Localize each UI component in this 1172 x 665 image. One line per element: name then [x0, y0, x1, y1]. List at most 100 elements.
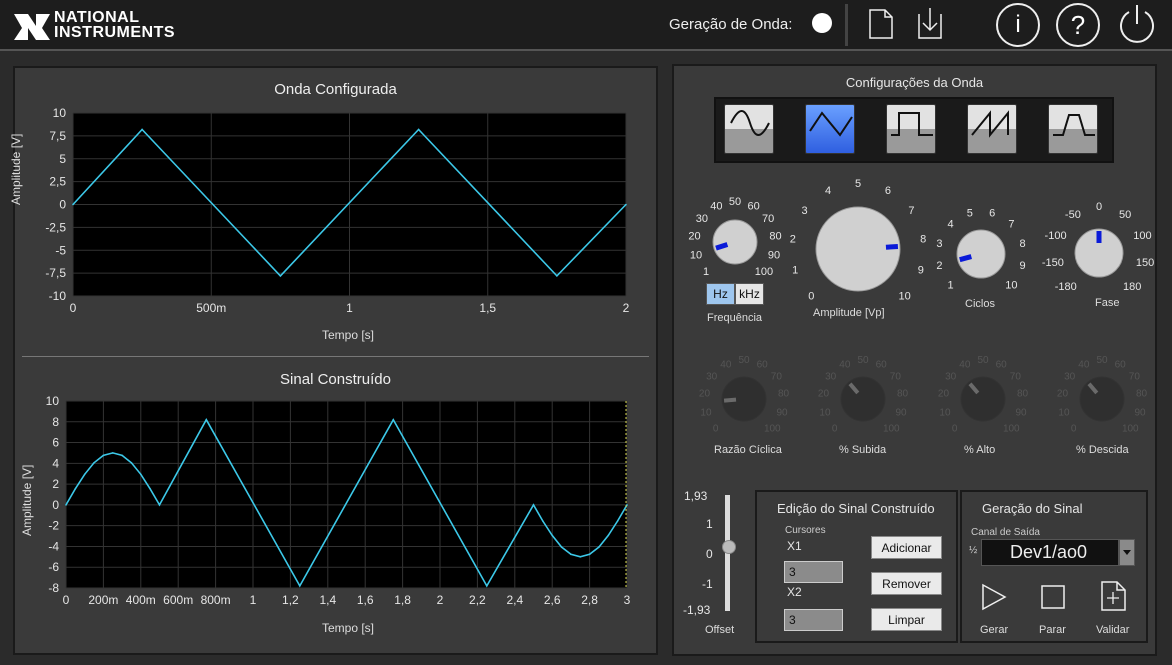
sine-wave-icon — [730, 110, 770, 136]
data-point — [570, 553, 572, 556]
phase-label: Fase — [1095, 297, 1120, 309]
offset-thumb[interactable] — [722, 540, 736, 554]
amp-knob-tick: 7 — [908, 205, 914, 217]
y-tick-label: -6 — [48, 560, 59, 574]
cycles-knob-indicator[interactable] — [959, 254, 972, 263]
fall-knob-tick: 30 — [1064, 371, 1076, 382]
duty-knob-indicator[interactable] — [723, 397, 737, 403]
add-button[interactable]: Adicionar — [871, 536, 942, 559]
channel-io-icon: ½ — [969, 545, 978, 556]
freq-knob-tick: 90 — [768, 250, 780, 262]
rise-knob-tick: 90 — [895, 407, 907, 418]
freq-knob-indicator[interactable] — [715, 242, 729, 251]
freq-knob-tick: 40 — [710, 200, 722, 212]
chart2-plot[interactable]: 0 200m 400m 600m 800m 1 1,2 1,4 1,6 1,8 2 2,2 2,4 2,6… — [0, 390, 660, 620]
phase-knob-tick: 0 — [1096, 201, 1102, 213]
data-point — [205, 418, 208, 421]
play-icon[interactable] — [980, 583, 1008, 611]
high-knob-tick: 70 — [1010, 371, 1022, 382]
high-knob-tick: 90 — [1015, 407, 1027, 418]
chart1-plot[interactable]: 0 500m 1 1,5 2 10 7,5 5 2,5 0 -2,5 -5 -7,5 -10 — [0, 100, 660, 330]
freq-knob-dial[interactable] — [712, 219, 758, 265]
validate-file-icon[interactable] — [1100, 580, 1128, 612]
amp-knob-tick: 8 — [920, 234, 926, 246]
x-tick-label: 500m — [196, 301, 226, 315]
x-tick-label: 600m — [163, 593, 193, 607]
trapezoid-wave-button[interactable] — [1048, 104, 1098, 154]
y-tick-label: 4 — [52, 456, 59, 470]
data-point — [65, 504, 67, 506]
fall-knob-tick: 50 — [1096, 355, 1108, 366]
power-icon[interactable] — [1115, 2, 1159, 46]
duty-knob-tick: 80 — [778, 389, 790, 400]
hz-button[interactable]: Hz — [706, 283, 735, 305]
x2-input[interactable]: 3 — [784, 609, 843, 631]
sawtooth-wave-button[interactable] — [967, 104, 1017, 154]
cycles-knob-tick: 3 — [936, 238, 942, 250]
high-knob-tick: 0 — [952, 423, 958, 434]
x1-input[interactable]: 3 — [784, 561, 843, 583]
freq-knob-tick: 1 — [703, 266, 709, 278]
offset-label: Offset — [705, 624, 735, 636]
data-point — [556, 275, 558, 277]
cycles-knob-tick: 8 — [1019, 238, 1025, 250]
freq-unit-toggle[interactable]: Hz kHz — [706, 283, 764, 305]
duty-knob-tick: 50 — [738, 355, 750, 366]
rise-knob-dial[interactable] — [840, 376, 886, 422]
download-icon[interactable] — [916, 6, 944, 40]
rise-label: % Subida — [839, 444, 887, 456]
remove-button[interactable]: Remover — [871, 572, 942, 595]
y-tick-label: 6 — [52, 436, 59, 450]
square-wave-button[interactable] — [886, 104, 936, 154]
rise-knob-tick: 10 — [819, 407, 831, 418]
amp-knob-tick: 9 — [918, 264, 924, 276]
high-knob-tick: 60 — [996, 359, 1008, 370]
divider — [845, 4, 848, 46]
cycles-knob-dial[interactable] — [956, 229, 1006, 279]
config-title: Configurações da Onda — [845, 75, 984, 90]
cycles-knob-tick: 1 — [948, 279, 954, 291]
sine-wave-button[interactable] — [724, 104, 774, 154]
x-tick-label: 3 — [624, 593, 631, 607]
triangle-wave-button[interactable] — [805, 104, 855, 154]
x-tick-label: 400m — [126, 593, 156, 607]
freq-knob-tick: 10 — [690, 250, 702, 262]
amp-knob-indicator[interactable] — [885, 243, 899, 250]
data-point — [392, 418, 395, 421]
chart1-xlabel: Tempo [s] — [322, 328, 375, 342]
info-icon[interactable]: i — [996, 3, 1040, 47]
cycles-knob-tick: 5 — [967, 207, 973, 219]
x-tick-label: 1,6 — [357, 593, 374, 607]
khz-button[interactable]: kHz — [735, 283, 764, 305]
rise-knob-tick: 50 — [857, 355, 869, 366]
duty-label: Razão Cíclica — [714, 444, 782, 456]
data-point — [625, 203, 627, 206]
amp-knob-tick: 2 — [790, 234, 796, 246]
channel-dropdown-button[interactable] — [1119, 539, 1135, 566]
y-tick-label: 2 — [52, 477, 59, 491]
clear-button[interactable]: Limpar — [871, 608, 942, 631]
chart2-title: Sinal Construído — [280, 371, 391, 388]
x-tick-label: 0 — [63, 593, 70, 607]
data-point — [598, 546, 600, 548]
x-tick-label: 1 — [250, 593, 257, 607]
brand-line2: INSTRUMENTS — [54, 24, 176, 41]
data-point — [579, 556, 582, 558]
phase-knob-tick: -100 — [1045, 230, 1067, 242]
stop-icon[interactable] — [1040, 584, 1066, 610]
help-icon[interactable]: ? — [1056, 3, 1100, 47]
data-point — [616, 520, 619, 522]
generation-led[interactable] — [812, 13, 832, 33]
x-tick-label: 2 — [437, 593, 444, 607]
validate-label: Validar — [1096, 624, 1130, 636]
chart1-title: Onda Configurada — [274, 81, 397, 98]
high-knob-dial[interactable] — [960, 376, 1006, 422]
x-tick-label: 2,4 — [506, 593, 523, 607]
x-tick-label: 1,2 — [282, 593, 299, 607]
channel-select[interactable]: Dev1/ao0 — [981, 539, 1119, 566]
new-file-icon[interactable] — [868, 8, 894, 40]
offset-slider[interactable]: 1,93 1 0 -1 -1,93 — [683, 489, 744, 621]
fall-knob-dial[interactable] — [1079, 376, 1125, 422]
x-tick-label: 1,4 — [319, 593, 336, 607]
fall-knob-tick: 70 — [1129, 371, 1141, 382]
